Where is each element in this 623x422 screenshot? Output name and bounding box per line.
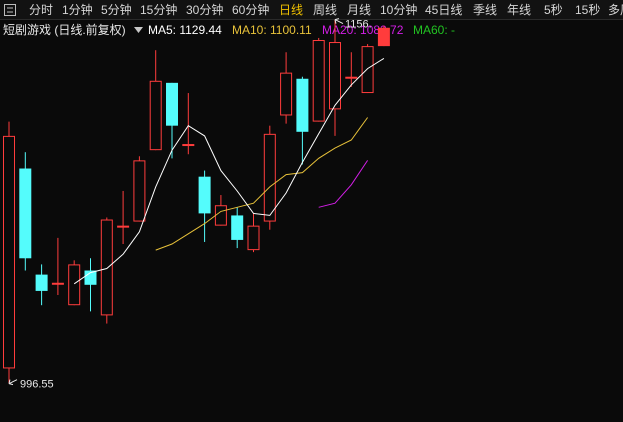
candle-body bbox=[117, 225, 130, 228]
ma20-line bbox=[318, 160, 369, 208]
candle-body bbox=[3, 135, 15, 369]
candle-body bbox=[247, 225, 260, 251]
candle-body bbox=[263, 133, 276, 222]
ma10-line bbox=[155, 117, 369, 251]
candle-body bbox=[100, 219, 113, 316]
high-marker-arrow bbox=[334, 18, 344, 25]
candle-body bbox=[312, 40, 325, 122]
candle-body bbox=[198, 176, 211, 214]
candle-body bbox=[329, 42, 341, 110]
candle-body bbox=[377, 27, 390, 47]
candle-body bbox=[166, 82, 178, 126]
kline-window: 分时 1分钟 5分钟 15分钟 30分钟 60分钟 日线 周线 月线 10分钟 … bbox=[0, 0, 623, 422]
candle-body bbox=[51, 282, 64, 285]
candlestick-chart[interactable]: 1156. 996.55 bbox=[0, 0, 623, 422]
low-marker-arrow bbox=[8, 379, 18, 386]
candle-body bbox=[68, 264, 81, 306]
candle-body bbox=[35, 274, 48, 291]
low-price-label: 996.55 bbox=[20, 379, 54, 391]
candle-body bbox=[133, 160, 146, 222]
high-price-label: 1156. bbox=[345, 19, 372, 31]
candle-body bbox=[361, 46, 374, 94]
candle-body bbox=[214, 205, 227, 226]
candle-body bbox=[19, 168, 32, 259]
candle-body bbox=[182, 144, 195, 147]
candle-body bbox=[345, 76, 358, 79]
candle-body bbox=[280, 72, 293, 116]
candle-body bbox=[296, 78, 309, 132]
candle-body bbox=[149, 80, 162, 151]
candle-body bbox=[231, 215, 244, 240]
